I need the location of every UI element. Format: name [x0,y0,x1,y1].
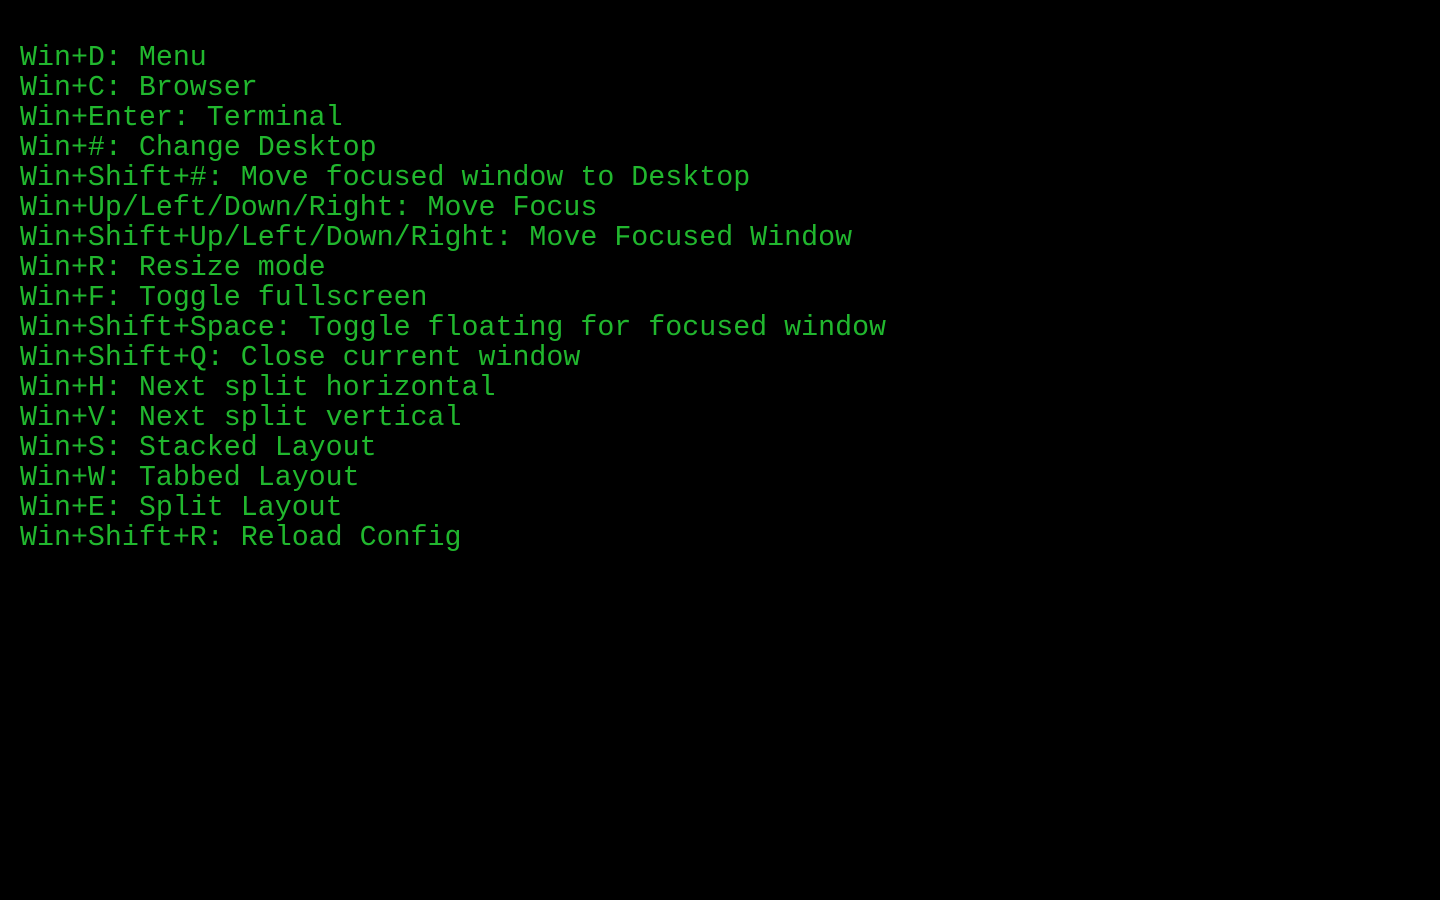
keybinding-move-focused-window: Win+Shift+Up/Left/Down/Right: Move Focus… [20,222,853,254]
keybinding-terminal: Win+Enter: Terminal [20,102,343,134]
keybinding-close-window: Win+Shift+Q: Close current window [20,342,581,374]
keybinding-browser: Win+C: Browser [20,72,258,104]
keybinding-menu: Win+D: Menu [20,42,207,74]
keybinding-split-layout: Win+E: Split Layout [20,492,343,524]
keybinding-stacked-layout: Win+S: Stacked Layout [20,432,377,464]
keybinding-change-desktop: Win+#: Change Desktop [20,132,377,164]
keybinding-move-window-to-desktop: Win+Shift+#: Move focused window to Desk… [20,162,751,194]
keybinding-tabbed-layout: Win+W: Tabbed Layout [20,462,360,494]
terminal-screen: Win+D: Menu Win+C: Browser Win+Enter: Te… [0,0,1440,900]
keybinding-reload-config: Win+Shift+R: Reload Config [20,522,462,554]
keybinding-split-horizontal: Win+H: Next split horizontal [20,372,496,404]
keybinding-move-focus: Win+Up/Left/Down/Right: Move Focus [20,192,598,224]
keybinding-toggle-fullscreen: Win+F: Toggle fullscreen [20,282,428,314]
keybinding-resize-mode: Win+R: Resize mode [20,252,326,284]
keybinding-help-list: Win+D: Menu Win+C: Browser Win+Enter: Te… [20,43,886,553]
keybinding-split-vertical: Win+V: Next split vertical [20,402,462,434]
keybinding-toggle-floating: Win+Shift+Space: Toggle floating for foc… [20,312,887,344]
